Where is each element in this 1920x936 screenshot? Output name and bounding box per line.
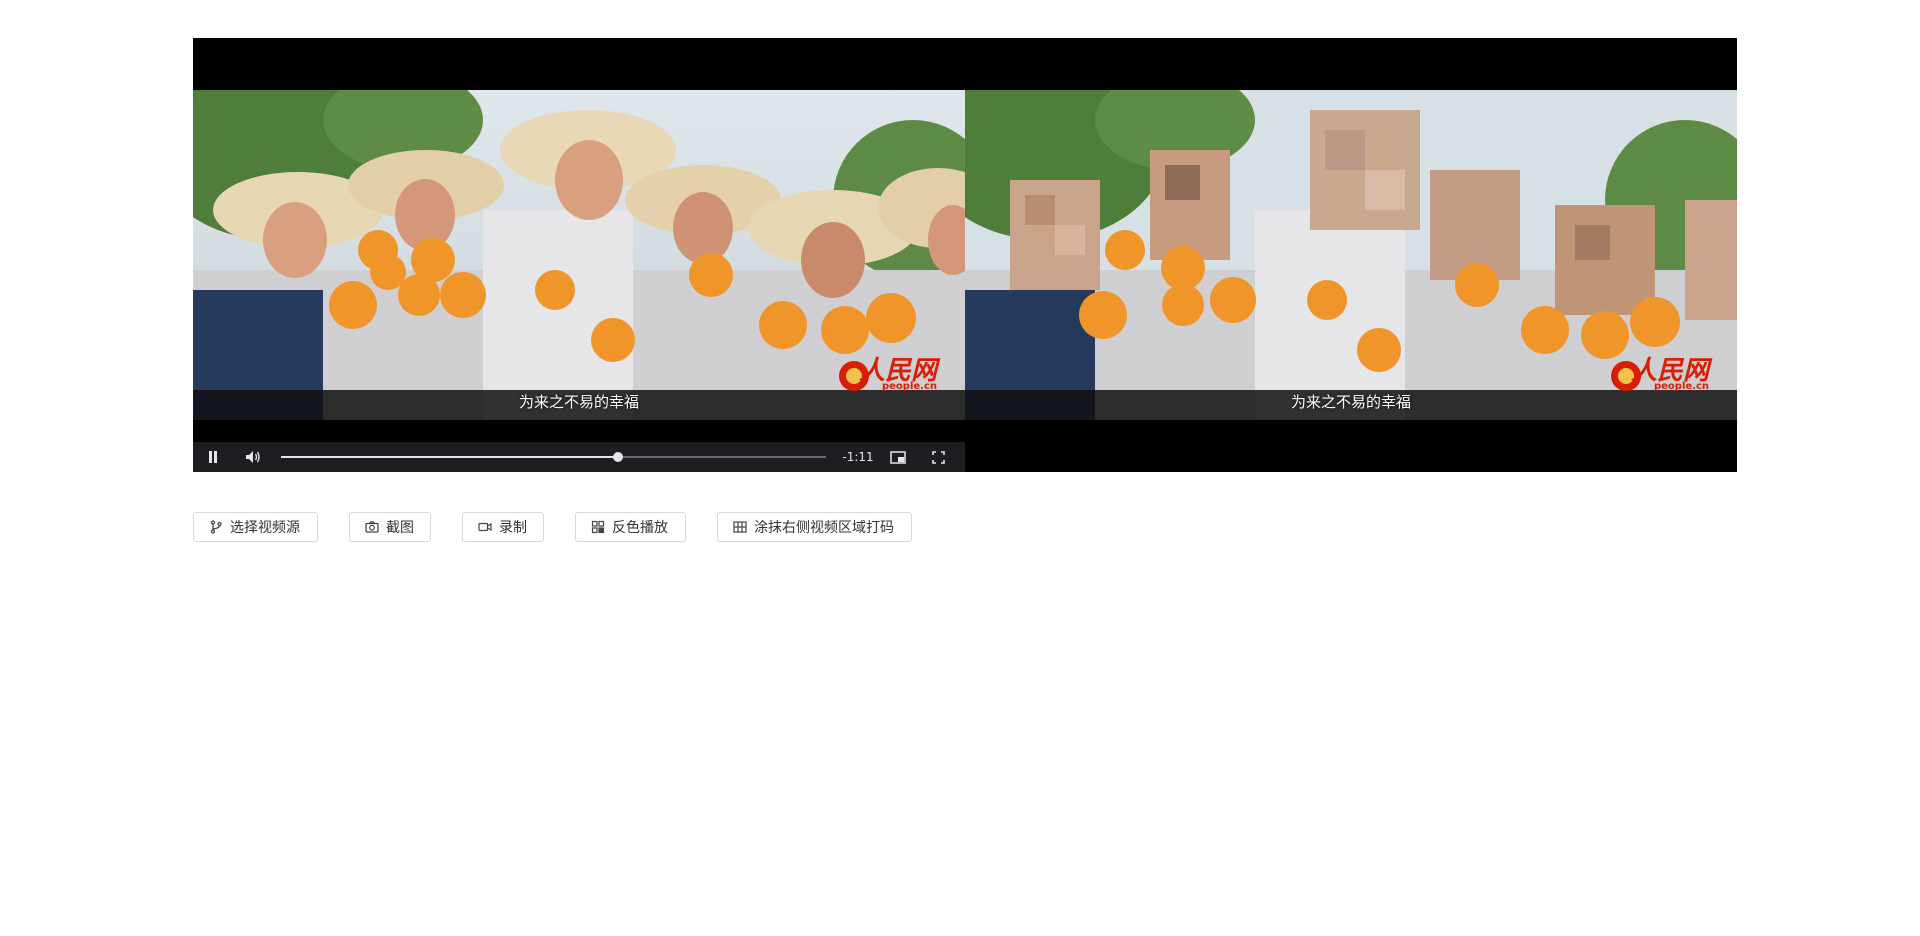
- source-video[interactable]: 人民网 people.cn 为来之不易的幸福 -1:11: [193, 38, 965, 472]
- invert-icon: [591, 520, 605, 534]
- processed-video[interactable]: 人民网 people.cn 为来之不易的幸福: [965, 38, 1737, 472]
- subtitle-right: 为来之不易的幸福: [1290, 393, 1411, 411]
- fullscreen-icon[interactable]: [918, 442, 958, 472]
- branch-icon: [209, 520, 223, 534]
- progress-handle[interactable]: [612, 452, 623, 462]
- time-remaining: -1:11: [842, 450, 874, 464]
- select-source-button[interactable]: 选择视频源: [193, 512, 318, 542]
- subtitle-left: 为来之不易的幸福: [518, 393, 639, 411]
- watermark-logo: 人民网 people.cn: [858, 356, 937, 392]
- video-player-area: 人民网 people.cn 为来之不易的幸福 -1:11 人民网 people.…: [193, 38, 1737, 472]
- invert-play-button[interactable]: 反色播放: [575, 512, 686, 542]
- volume-icon[interactable]: [233, 442, 273, 472]
- watermark-logo: 人民网 people.cn: [1630, 356, 1709, 392]
- grid-icon: [733, 520, 747, 534]
- camera-icon: [365, 520, 379, 534]
- picture-in-picture-icon[interactable]: [878, 442, 918, 472]
- video-camera-icon: [478, 520, 492, 534]
- video-controls: -1:11: [193, 442, 965, 472]
- record-button[interactable]: 录制: [462, 512, 544, 542]
- progress-slider[interactable]: [281, 442, 826, 472]
- mosaic-right-video-button[interactable]: 涂抹右侧视频区域打码: [717, 512, 912, 542]
- progress-fill: [281, 456, 618, 458]
- screenshot-button[interactable]: 截图: [349, 512, 431, 542]
- pause-icon[interactable]: [193, 442, 233, 472]
